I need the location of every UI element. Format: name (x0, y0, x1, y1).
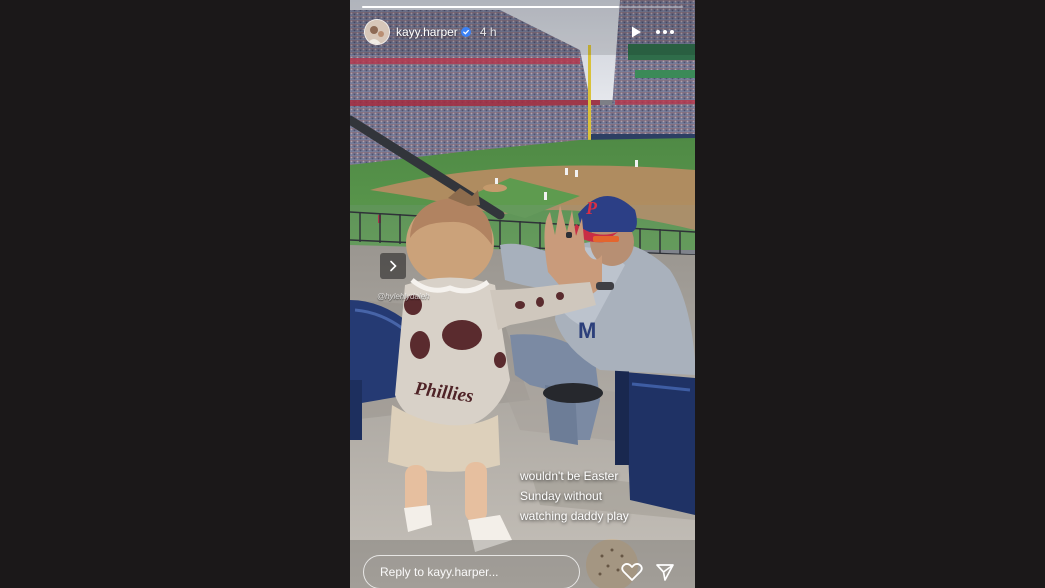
send-icon[interactable] (655, 562, 675, 582)
story-header: kayy.harper 4 h (364, 19, 497, 45)
photo-credit-tag[interactable]: @hylehlydaleh (377, 292, 430, 301)
play-icon[interactable] (629, 25, 643, 39)
story-progress-bar (362, 6, 683, 8)
reply-input[interactable] (363, 555, 580, 588)
svg-text:M: M (578, 318, 596, 343)
svg-text:P: P (585, 198, 598, 218)
avatar[interactable] (364, 19, 390, 45)
heart-icon[interactable] (621, 562, 643, 582)
more-options-icon[interactable] (655, 25, 675, 39)
caption-line: Sunday without (520, 489, 603, 503)
story-caption: wouldn't be Easter Sunday without watchi… (520, 466, 670, 526)
story-viewer: M P Phillies kayy.harper 4 h @hylehlydal… (350, 0, 695, 588)
story-progress-fill (362, 6, 619, 8)
caption-line: watching daddy play (520, 509, 629, 523)
chevron-right-icon (390, 260, 397, 272)
caption-line: wouldn't be Easter (520, 469, 619, 483)
story-username[interactable]: kayy.harper (396, 25, 458, 39)
verified-badge-icon (460, 27, 471, 37)
next-story-button[interactable] (380, 253, 406, 279)
story-timestamp: 4 h (479, 25, 497, 39)
